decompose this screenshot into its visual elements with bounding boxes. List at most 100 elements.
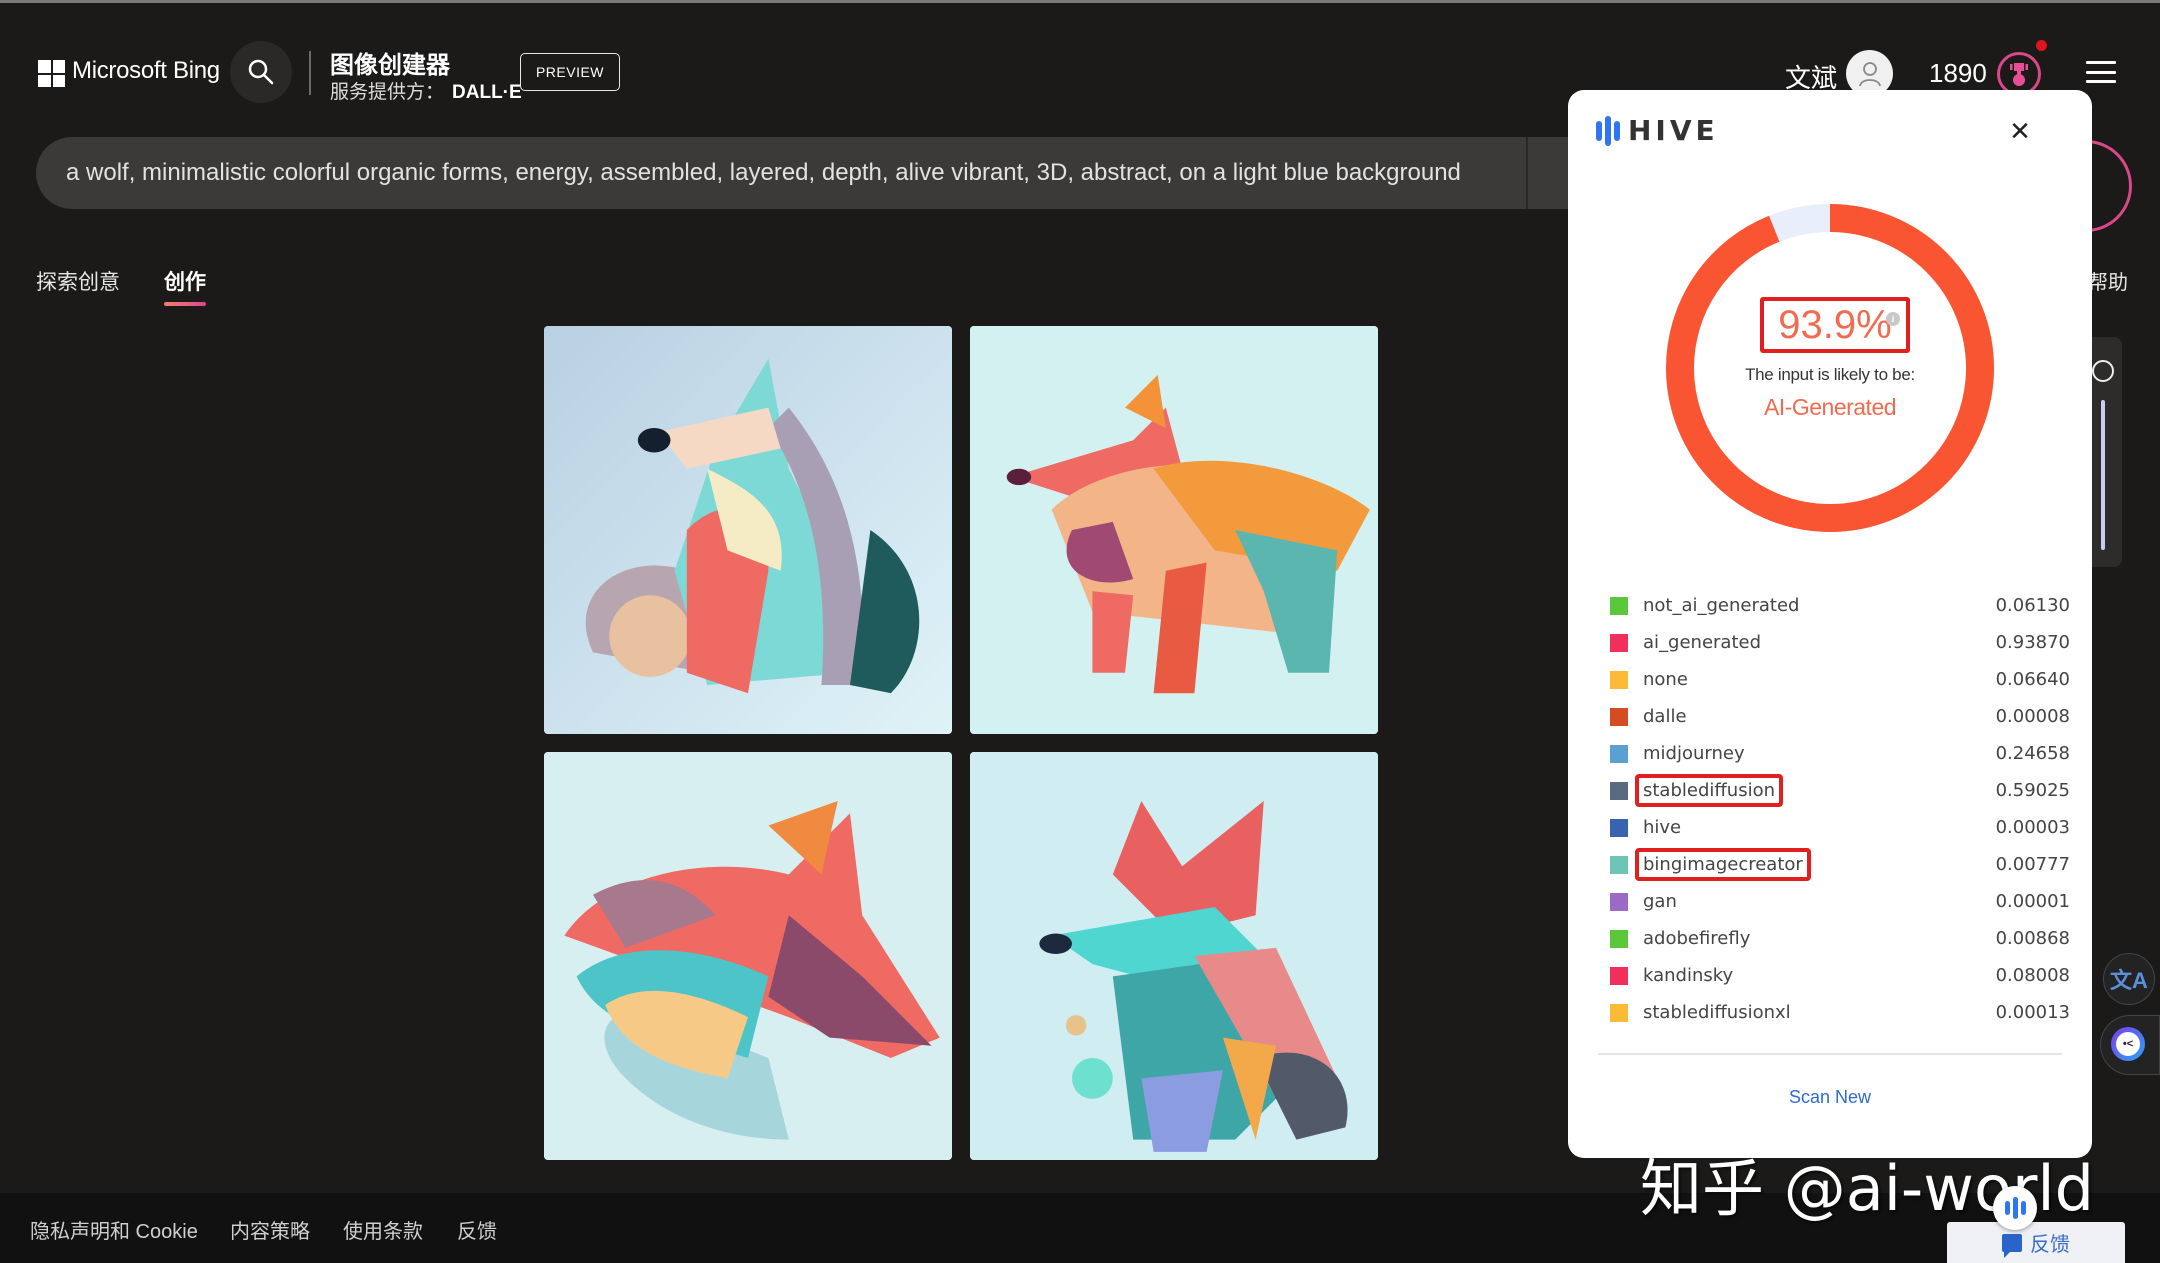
class-name: stablediffusionxl <box>1643 1002 1791 1023</box>
legend-swatch <box>1610 633 1628 652</box>
class-row-bingimagecreator: bingimagecreator 0.00777 <box>1610 846 2070 883</box>
hive-detection-panel: HIVE ✕ 93.9% i The input is likely to be… <box>1568 90 2092 1158</box>
panel-divider <box>1598 1053 2062 1055</box>
class-row-ai_generated: ai_generated 0.93870 <box>1610 624 2070 661</box>
generated-image-1[interactable] <box>544 326 952 734</box>
class-value: 0.00013 <box>1995 1002 2070 1023</box>
provider-prefix: 服务提供方： <box>330 82 445 103</box>
class-row-stablediffusion: stablediffusion 0.59025 <box>1610 772 2070 809</box>
footer-content-policy-link[interactable]: 内容策略 <box>230 1215 310 1244</box>
header-divider <box>309 51 311 95</box>
scan-new-button[interactable]: Scan New <box>1568 1087 2092 1108</box>
legend-swatch <box>1610 929 1628 948</box>
legend-swatch <box>1610 744 1628 763</box>
class-value: 0.08008 <box>1995 965 2070 986</box>
close-icon[interactable]: ✕ <box>2002 114 2038 150</box>
wolf-image-4 <box>970 752 1378 1160</box>
legend-swatch <box>1610 1003 1628 1022</box>
ai-score: 93.9% <box>1778 302 1892 347</box>
brand-link[interactable]: Microsoft Bing <box>72 57 220 85</box>
highlight-box <box>1635 848 1811 881</box>
class-name: none <box>1643 669 1688 690</box>
wolf-image-1 <box>544 326 952 734</box>
class-name: gan <box>1643 891 1677 912</box>
legend-swatch <box>1610 596 1628 615</box>
class-row-gan: gan 0.00001 <box>1610 883 2070 920</box>
score-highlight-box: 93.9% <box>1760 297 1910 353</box>
class-value: 0.06130 <box>1995 595 2070 616</box>
trophy-icon <box>2010 63 2028 86</box>
legend-swatch <box>1610 892 1628 911</box>
class-name: adobefirefly <box>1643 928 1751 949</box>
tab-explore[interactable]: 探索创意 <box>36 266 120 296</box>
class-row-midjourney: midjourney 0.24658 <box>1610 735 2070 772</box>
class-row-stablediffusionxl: stablediffusionxl 0.00013 <box>1610 994 2070 1031</box>
likely-label: The input is likely to be: <box>1745 365 1915 384</box>
search-icon <box>248 59 274 85</box>
footer-privacy-link[interactable]: 隐私声明和 Cookie <box>30 1215 198 1244</box>
class-value: 0.00008 <box>1995 706 2070 727</box>
provider-label: 服务提供方： DALL·E <box>330 77 522 104</box>
active-tab-indicator <box>164 302 206 306</box>
info-icon[interactable]: i <box>1886 312 1900 326</box>
class-name: kandinsky <box>1643 965 1734 986</box>
generated-image-3[interactable] <box>544 752 952 1160</box>
class-name: not_ai_generated <box>1643 595 1800 616</box>
feedback-icon <box>2002 1233 2022 1258</box>
class-name: dalle <box>1643 706 1687 727</box>
provider-name: DALL·E <box>452 82 522 103</box>
prompt-input-container: a wolf, minimalistic colorful organic fo… <box>36 137 1736 209</box>
wolf-image-2 <box>970 326 1378 734</box>
app-title: 图像创建器 <box>330 52 450 79</box>
rewards-points[interactable]: 1890 <box>1929 58 1987 89</box>
hive-logo-text: HIVE <box>1628 114 1719 147</box>
hive-extension-icon[interactable] <box>1993 1186 2037 1230</box>
class-row-not_ai_generated: not_ai_generated 0.06130 <box>1610 587 2070 624</box>
legend-swatch <box>1610 781 1628 800</box>
hive-logo: HIVE <box>1596 114 1719 147</box>
class-name: midjourney <box>1643 743 1745 764</box>
tab-create[interactable]: 创作 <box>164 266 206 296</box>
class-value: 0.06640 <box>1995 669 2070 690</box>
wolf-image-3 <box>544 752 952 1160</box>
translate-button[interactable]: 文A <box>2103 953 2155 1005</box>
hive-bars-icon <box>1596 115 1620 146</box>
hamburger-menu-icon[interactable] <box>2086 61 2116 83</box>
legend-swatch <box>1610 855 1628 874</box>
preview-badge[interactable]: PREVIEW <box>520 53 620 91</box>
class-name: hive <box>1643 817 1682 838</box>
assistant-face-icon: •< <box>2111 1027 2145 1061</box>
side-scrollbar[interactable] <box>2101 400 2105 550</box>
class-value: 0.00777 <box>1995 854 2070 875</box>
search-button[interactable] <box>230 41 292 103</box>
generated-image-2[interactable] <box>970 326 1378 734</box>
class-value: 0.24658 <box>1995 743 2070 764</box>
class-row-adobefirefly: adobefirefly 0.00868 <box>1610 920 2070 957</box>
side-circle-icon[interactable] <box>2092 360 2114 382</box>
translate-icon: 文A <box>2110 968 2148 993</box>
legend-swatch <box>1610 966 1628 985</box>
user-icon <box>1858 61 1881 86</box>
class-row-hive: hive 0.00003 <box>1610 809 2070 846</box>
class-value: 0.00868 <box>1995 928 2070 949</box>
prompt-separator <box>1526 137 1528 209</box>
class-score-list: not_ai_generated 0.06130 ai_generated 0.938… <box>1610 587 2070 1031</box>
class-value: 0.59025 <box>1995 780 2070 801</box>
legend-swatch <box>1610 670 1628 689</box>
highlight-box <box>1635 774 1783 807</box>
class-value: 0.93870 <box>1995 632 2070 653</box>
generated-image-4[interactable] <box>970 752 1378 1160</box>
class-value: 0.00001 <box>1995 891 2070 912</box>
footer-feedback-link[interactable]: 反馈 <box>457 1215 497 1244</box>
feedback-button[interactable]: 反馈 <box>1947 1222 2125 1263</box>
feedback-label: 反馈 <box>2030 1234 2070 1256</box>
help-link[interactable]: 帮助 <box>2088 266 2128 295</box>
legend-swatch <box>1610 818 1628 837</box>
footer-terms-link[interactable]: 使用条款 <box>343 1215 423 1244</box>
class-value: 0.00003 <box>1995 817 2070 838</box>
prompt-input[interactable]: a wolf, minimalistic colorful organic fo… <box>66 159 1496 187</box>
class-row-kandinsky: kandinsky 0.08008 <box>1610 957 2070 994</box>
microsoft-logo-icon[interactable] <box>38 60 65 87</box>
class-row-none: none 0.06640 <box>1610 661 2070 698</box>
legend-swatch <box>1610 707 1628 726</box>
